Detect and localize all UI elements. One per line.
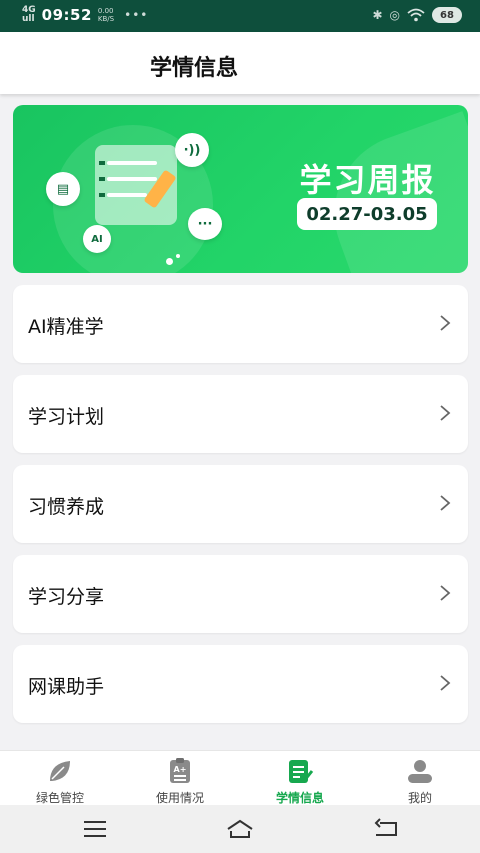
sparkle-decoration [176,254,180,258]
bottom-tab-bar: 绿色管控 A+ 使用情况 学情信息 我的 [0,750,480,805]
system-nav-bar [0,805,480,853]
chevron-right-icon [440,585,451,601]
tab-label: 使用情况 [155,791,204,805]
svg-text:A+: A+ [174,765,187,774]
battery-indicator: 68 [432,7,462,23]
menu-item-study-sharing[interactable]: 学习分享 [13,555,468,633]
user-icon [408,760,432,783]
home-icon[interactable] [226,817,254,841]
menu-icon[interactable] [81,817,109,841]
menu-item-habit-building[interactable]: 习惯养成 [13,465,468,543]
document-pencil-icon [289,760,314,783]
clipboard-a-icon: A+ [170,758,190,783]
chevron-right-icon [440,495,451,511]
page-title: 学情信息 [150,56,239,81]
network-speed: 0.00 KB/S [98,7,114,23]
tab-usage[interactable]: A+ 使用情况 [120,751,240,806]
menu-item-label: 习惯养成 [28,496,105,518]
status-time: 09:52 [41,6,92,24]
chat-icon: ··· [188,208,222,240]
status-bar: 4G ull 09:52 0.00 KB/S ••• ✱ ◎ 68 [0,0,480,32]
signal-bars: ull [22,14,35,24]
bluetooth-icon: ✱ [372,8,383,22]
book-icon: ▤ [46,172,80,206]
chevron-right-icon [440,675,451,691]
speed-value: 0.00 [97,7,114,15]
menu-item-label: 学习分享 [28,586,105,608]
back-icon[interactable] [372,817,400,841]
audio-icon: ·)) [175,133,209,167]
chevron-right-icon [440,405,451,421]
tab-label: 我的 [407,791,432,805]
tab-green-control[interactable]: 绿色管控 [0,751,120,806]
menu-item-label: 学习计划 [28,406,105,428]
mute-icon: ◎ [389,8,400,22]
more-notifications-icon: ••• [124,8,149,22]
tab-label: 绿色管控 [35,791,84,805]
weekly-report-banner[interactable]: ▤ ·)) ··· AI 学习周报 02.27-03.05 [13,105,468,273]
chevron-right-icon [440,315,451,331]
network-indicator: 4G ull [22,6,36,24]
ai-icon: AI [83,225,111,253]
wifi-icon [407,8,425,22]
menu-item-label: 网课助手 [28,676,105,698]
banner-title: 学习周报 [299,161,436,199]
menu-item-ai-learning[interactable]: AI精准学 [13,285,468,363]
menu-item-online-class-assistant[interactable]: 网课助手 [13,645,468,723]
banner-date-range: 02.27-03.05 [297,198,437,230]
leaf-icon [50,761,70,781]
tab-label: 学情信息 [275,791,324,805]
speed-unit: KB/S [97,15,115,23]
tab-learning-info[interactable]: 学情信息 [240,751,360,806]
sparkle-decoration [166,258,173,265]
menu-item-label: AI精准学 [28,316,104,338]
tab-mine[interactable]: 我的 [360,751,480,806]
app-header: 学情信息 [0,32,480,94]
menu-item-study-plan[interactable]: 学习计划 [13,375,468,453]
